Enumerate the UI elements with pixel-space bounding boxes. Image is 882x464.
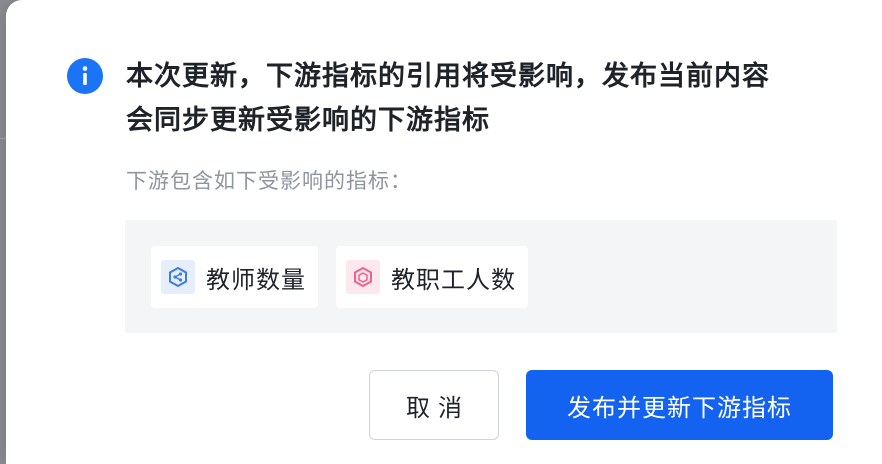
metric-chip-staff-count[interactable]: 教职工人数 xyxy=(336,246,528,308)
cancel-button[interactable]: 取消 xyxy=(369,370,499,440)
metric-derived-icon xyxy=(161,260,195,294)
dialog-title-line-2: 会同步更新受影响的下游指标 xyxy=(126,105,490,136)
affected-metrics-caption: 下游包含如下受影响的指标： xyxy=(126,169,412,193)
info-icon xyxy=(67,58,103,94)
metric-chip-label: 教职工人数 xyxy=(391,265,516,294)
metric-chip-teacher-count[interactable]: 教师数量 xyxy=(151,246,318,308)
dialog-title-line-1: 本次更新，下游指标的引用将受影响，发布当前内容 xyxy=(126,61,770,92)
metric-chip-label: 教师数量 xyxy=(206,265,306,294)
dialog-title: 本次更新，下游指标的引用将受影响，发布当前内容 会同步更新受影响的下游指标 xyxy=(126,55,856,143)
confirm-publish-dialog: 本次更新，下游指标的引用将受影响，发布当前内容 会同步更新受影响的下游指标 下游… xyxy=(6,0,882,464)
metric-hexagon-icon xyxy=(346,260,380,294)
affected-metrics-list: 教师数量 教职工人数 xyxy=(125,220,837,333)
publish-and-update-button[interactable]: 发布并更新下游指标 xyxy=(526,370,833,440)
